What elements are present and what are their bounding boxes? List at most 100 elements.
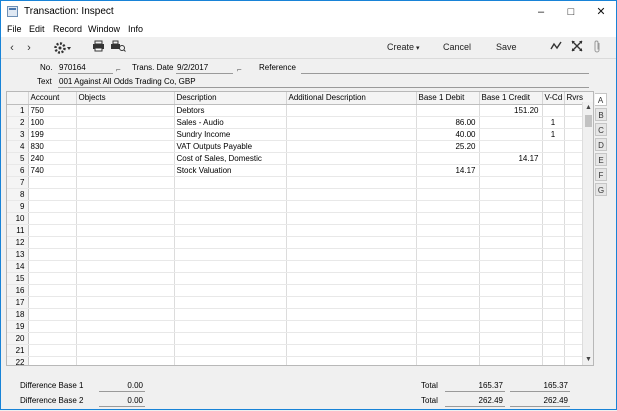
account-cell[interactable]	[28, 320, 77, 333]
scroll-thumb[interactable]	[585, 115, 592, 127]
cancel-button[interactable]: Cancel	[443, 42, 471, 52]
additional-description-cell[interactable]	[286, 224, 417, 237]
objects-cell[interactable]	[76, 200, 175, 213]
objects-cell[interactable]	[76, 272, 175, 285]
additional-description-cell[interactable]	[286, 152, 417, 165]
text-field[interactable]: 001 Against All Odds Trading Co, GBP	[58, 77, 589, 88]
table-row[interactable]: 5 240 Cost of Sales, Domestic 14.17	[7, 152, 593, 165]
account-cell[interactable]: 240	[28, 152, 77, 165]
objects-cell[interactable]	[76, 224, 175, 237]
objects-cell[interactable]	[76, 236, 175, 249]
additional-description-cell[interactable]	[286, 140, 417, 153]
table-row[interactable]: 2 100 Sales - Audio 86.00 1	[7, 116, 593, 129]
base1-debit-cell[interactable]: 86.00	[416, 116, 480, 129]
base1-debit-cell[interactable]	[416, 248, 480, 261]
account-cell[interactable]: 100	[28, 116, 77, 129]
additional-description-cell[interactable]	[286, 212, 417, 225]
table-row[interactable]: 13	[7, 248, 593, 261]
tab-d[interactable]: D	[595, 138, 607, 151]
table-row[interactable]: 19	[7, 320, 593, 333]
account-cell[interactable]	[28, 176, 77, 189]
description-cell[interactable]	[174, 296, 287, 309]
vcd-cell[interactable]	[542, 356, 565, 365]
base1-credit-cell[interactable]	[479, 212, 543, 225]
account-cell[interactable]	[28, 284, 77, 297]
table-row[interactable]: 4 830 VAT Outputs Payable 25.20	[7, 140, 593, 153]
vcd-cell[interactable]	[542, 332, 565, 345]
column-header-base1-debit[interactable]: Base 1 Debit	[416, 92, 480, 105]
objects-cell[interactable]	[76, 260, 175, 273]
column-header-vcd[interactable]: V-Cd	[542, 92, 565, 105]
scroll-up-icon[interactable]: ▲	[583, 102, 594, 113]
base1-debit-cell[interactable]	[416, 104, 480, 117]
account-cell[interactable]	[28, 188, 77, 201]
base1-debit-cell[interactable]	[416, 152, 480, 165]
tab-a[interactable]: A	[595, 93, 607, 106]
save-button[interactable]: Save	[496, 42, 517, 52]
base1-credit-cell[interactable]	[479, 140, 543, 153]
base1-credit-cell[interactable]	[479, 116, 543, 129]
base1-debit-cell[interactable]	[416, 332, 480, 345]
additional-description-cell[interactable]	[286, 308, 417, 321]
grid-scrollbar[interactable]: ▲ ▼	[582, 102, 593, 365]
description-cell[interactable]	[174, 188, 287, 201]
vcd-cell[interactable]	[542, 260, 565, 273]
table-row[interactable]: 17	[7, 296, 593, 309]
description-cell[interactable]	[174, 176, 287, 189]
base1-credit-cell[interactable]	[479, 176, 543, 189]
vcd-cell[interactable]	[542, 272, 565, 285]
objects-cell[interactable]	[76, 212, 175, 225]
table-row[interactable]: 9	[7, 200, 593, 213]
objects-cell[interactable]	[76, 164, 175, 177]
table-row[interactable]: 10	[7, 212, 593, 225]
menu-window[interactable]: Window	[88, 24, 120, 34]
base1-debit-cell[interactable]: 14.17	[416, 164, 480, 177]
trans-date-field[interactable]: 9/2/2017	[176, 63, 233, 74]
description-cell[interactable]	[174, 248, 287, 261]
objects-cell[interactable]	[76, 308, 175, 321]
additional-description-cell[interactable]	[286, 272, 417, 285]
graph-icon[interactable]	[549, 40, 563, 56]
account-cell[interactable]	[28, 248, 77, 261]
menu-file[interactable]: File	[7, 24, 22, 34]
vcd-cell[interactable]	[542, 104, 565, 117]
account-cell[interactable]	[28, 356, 77, 365]
account-cell[interactable]	[28, 272, 77, 285]
menu-record[interactable]: Record	[53, 24, 82, 34]
column-header-objects[interactable]: Objects	[76, 92, 175, 105]
vcd-cell[interactable]	[542, 140, 565, 153]
base1-credit-cell[interactable]	[479, 356, 543, 365]
vcd-cell[interactable]	[542, 176, 565, 189]
base1-credit-cell[interactable]	[479, 248, 543, 261]
tab-e[interactable]: E	[595, 153, 607, 166]
tab-c[interactable]: C	[595, 123, 607, 136]
table-row[interactable]: 18	[7, 308, 593, 321]
table-row[interactable]: 16	[7, 284, 593, 297]
description-cell[interactable]: Cost of Sales, Domestic	[174, 152, 287, 165]
account-cell[interactable]: 750	[28, 104, 77, 117]
vcd-cell[interactable]	[542, 308, 565, 321]
paste-icon[interactable]: ⌐	[237, 65, 242, 74]
close-button[interactable]: ✕	[586, 1, 616, 23]
description-cell[interactable]	[174, 260, 287, 273]
base1-credit-cell[interactable]: 14.17	[479, 152, 543, 165]
description-cell[interactable]	[174, 308, 287, 321]
base1-debit-cell[interactable]: 40.00	[416, 128, 480, 141]
account-cell[interactable]	[28, 212, 77, 225]
reference-field[interactable]	[301, 63, 589, 74]
base1-credit-cell[interactable]	[479, 260, 543, 273]
minimize-button[interactable]: –	[526, 1, 556, 23]
description-cell[interactable]	[174, 224, 287, 237]
account-cell[interactable]	[28, 332, 77, 345]
base1-debit-cell[interactable]	[416, 236, 480, 249]
base1-debit-cell[interactable]	[416, 308, 480, 321]
base1-credit-cell[interactable]	[479, 332, 543, 345]
objects-cell[interactable]	[76, 116, 175, 129]
base1-debit-cell[interactable]	[416, 224, 480, 237]
account-cell[interactable]: 199	[28, 128, 77, 141]
base1-credit-cell[interactable]	[479, 308, 543, 321]
table-row[interactable]: 22	[7, 356, 593, 365]
base1-credit-cell[interactable]	[479, 344, 543, 357]
objects-cell[interactable]	[76, 344, 175, 357]
print-icon[interactable]	[91, 40, 105, 56]
